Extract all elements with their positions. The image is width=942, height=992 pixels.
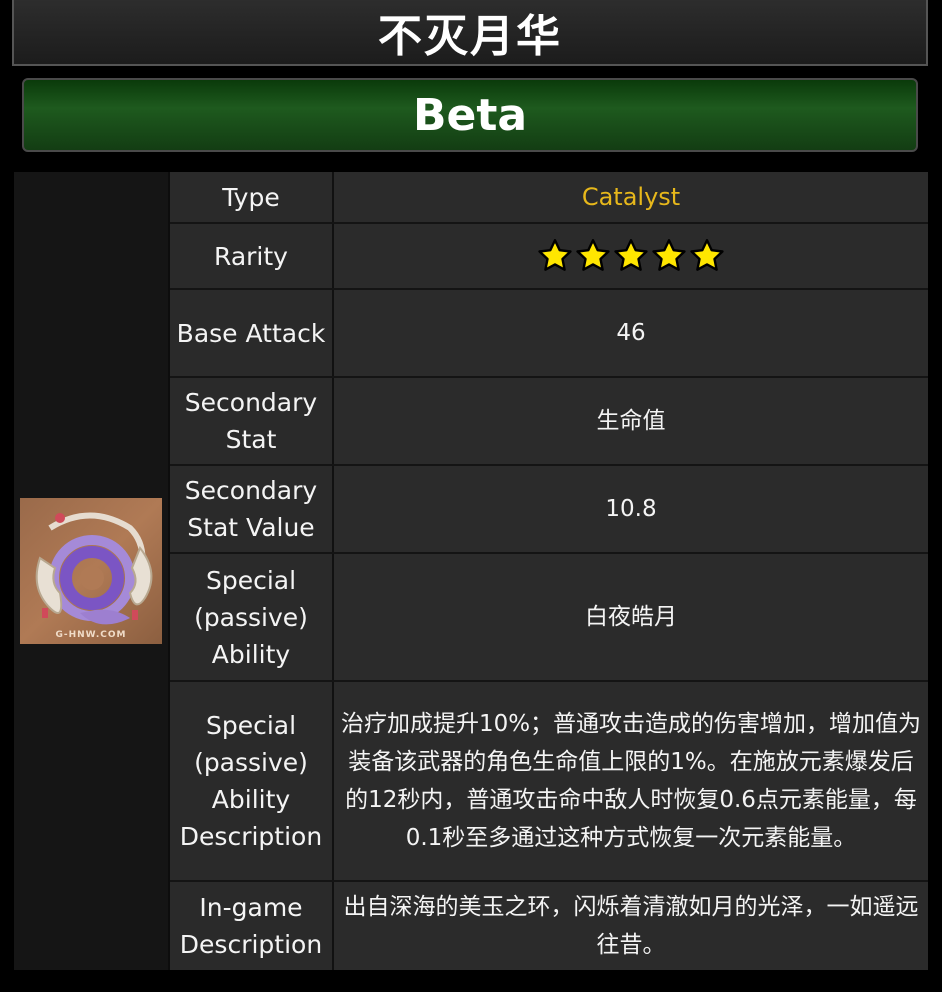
star-icon [651,238,687,274]
weapon-image-column: G-HNW.COM [14,172,170,970]
beta-banner: Beta [22,78,918,152]
special-ability-description-value: 治疗加成提升10%；普通攻击造成的伤害增加，增加值为装备该武器的角色生命值上限的… [334,682,928,880]
table-row-ingame-description: In-game Description 出自深海的美玉之环，闪烁着清澈如月的光泽… [170,882,928,970]
base-attack-label: Base Attack [170,290,334,376]
rarity-label: Rarity [170,224,334,288]
weapon-info-table: G-HNW.COM Type Catalyst Rarity Base Atta… [14,172,928,970]
secondary-stat-value-label: Secondary Stat Value [170,466,334,552]
table-row-base-attack: Base Attack 46 [170,290,928,376]
star-icon [575,238,611,274]
secondary-stat-value: 生命值 [334,378,928,464]
base-attack-value: 46 [334,290,928,376]
ingame-description-value: 出自深海的美玉之环，闪烁着清澈如月的光泽，一如遥远往昔。 [334,882,928,970]
table-row-secondary-stat-value: Secondary Stat Value 10.8 [170,466,928,552]
special-ability-label: Special (passive) Ability [170,554,334,680]
table-row-rarity: Rarity [170,224,928,288]
star-icon [689,238,725,274]
image-watermark: G-HNW.COM [55,630,127,640]
type-label: Type [170,172,334,222]
weapon-title: 不灭月华 [378,11,562,62]
weapon-catalyst-icon: G-HNW.COM [20,498,162,644]
special-ability-description-label: Special (passive) Ability Description [170,682,334,880]
beta-label: Beta [412,89,528,141]
table-row-type: Type Catalyst [170,172,928,222]
table-row-secondary-stat: Secondary Stat 生命值 [170,378,928,464]
secondary-stat-value-value: 10.8 [334,466,928,552]
table-row-special-ability-description: Special (passive) Ability Description 治疗… [170,682,928,880]
table-row-special-ability: Special (passive) Ability 白夜皓月 [170,554,928,680]
type-value: Catalyst [334,172,928,222]
star-icon [613,238,649,274]
rarity-value [334,224,928,288]
rarity-stars [537,238,725,274]
special-ability-value: 白夜皓月 [334,554,928,680]
ingame-description-label: In-game Description [170,882,334,970]
secondary-stat-label: Secondary Stat [170,378,334,464]
star-icon [537,238,573,274]
catalyst-ring-icon [35,512,153,625]
weapon-title-bar: 不灭月华 [12,0,928,66]
